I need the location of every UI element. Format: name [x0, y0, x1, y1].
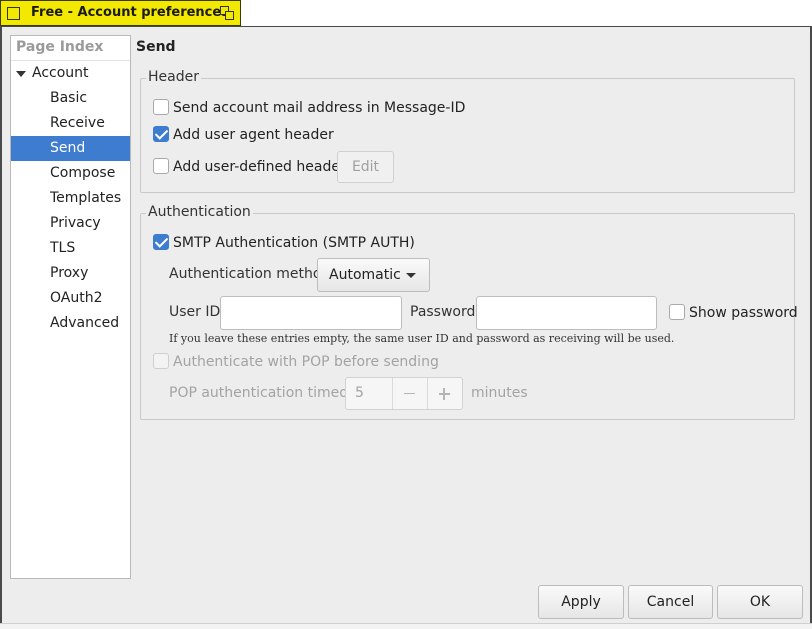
userid-label: User ID — [169, 304, 221, 320]
useragent-checkbox-row[interactable]: Add user agent header — [153, 125, 334, 145]
authentication-group-legend: Authentication — [146, 204, 253, 220]
smtp-auth-checkbox-label[interactable]: SMTP Authentication (SMTP AUTH) — [173, 233, 415, 253]
desktop-background — [241, 0, 812, 26]
tree-item-tls[interactable]: TLS — [11, 236, 130, 261]
header-group-legend: Header — [146, 69, 201, 85]
tree-item-send[interactable]: Send — [11, 136, 130, 161]
tree-item-receive[interactable]: Receive — [11, 111, 130, 136]
smtp-auth-checkbox[interactable] — [153, 234, 169, 250]
tree-item-label: Basic — [50, 90, 88, 106]
msgid-checkbox-label[interactable]: Send account mail address in Message-ID — [173, 98, 465, 118]
window-titlebar[interactable]: Free - Account preferences — [0, 0, 241, 26]
ok-button[interactable]: OK — [717, 585, 803, 619]
auth-method-label: Authentication method — [169, 266, 331, 282]
pop-timeout-unit: minutes — [471, 385, 528, 401]
show-password-checkbox[interactable] — [669, 304, 685, 320]
tree-item-label: Compose — [50, 165, 116, 181]
window-menu-icon[interactable] — [7, 7, 20, 20]
tree-item-label: Account — [32, 65, 89, 81]
edit-header-button[interactable]: Edit — [337, 151, 394, 183]
password-label: Password — [410, 304, 476, 320]
pop-timeout-label: POP authentication timeout — [169, 385, 363, 401]
tree-item-label: Receive — [50, 115, 105, 131]
desktop-background-bottom — [0, 623, 812, 629]
apply-button[interactable]: Apply — [538, 585, 624, 619]
tree-item-label: Privacy — [50, 215, 101, 231]
password-input[interactable] — [476, 296, 657, 330]
msgid-checkbox-row[interactable]: Send account mail address in Message-ID — [153, 98, 465, 118]
tree-item-privacy[interactable]: Privacy — [11, 211, 130, 236]
tree-item-label: Proxy — [50, 265, 89, 281]
pop-before-smtp-label[interactable]: Authenticate with POP before sending — [173, 352, 439, 372]
auth-method-select[interactable]: Automatic — [317, 258, 430, 292]
tree-item-oauth2[interactable]: OAuth2 — [11, 286, 130, 311]
minus-icon[interactable] — [404, 393, 415, 394]
auth-method-value: Automatic — [329, 267, 401, 283]
msgid-checkbox[interactable] — [153, 99, 169, 115]
userid-input[interactable] — [220, 296, 402, 330]
pop-timeout-value: 5 — [355, 385, 364, 401]
useragent-checkbox-label[interactable]: Add user agent header — [173, 125, 334, 145]
tree-item-label: TLS — [50, 240, 76, 256]
smtp-auth-checkbox-row[interactable]: SMTP Authentication (SMTP AUTH) — [153, 233, 415, 253]
expand-arrow-icon[interactable] — [16, 71, 26, 77]
tree-item-label: Templates — [50, 190, 122, 206]
userdefined-checkbox-label[interactable]: Add user-defined header — [173, 157, 346, 177]
page-index-tree[interactable]: Page Index Account Basic Receive Send Co… — [10, 35, 131, 579]
show-password-label[interactable]: Show password — [689, 303, 798, 323]
tree-item-advanced[interactable]: Advanced — [11, 311, 130, 336]
maximize-icon[interactable] — [220, 6, 236, 22]
useragent-checkbox[interactable] — [153, 126, 169, 142]
tree-item-label: Advanced — [50, 315, 120, 331]
tree-item-label: OAuth2 — [50, 290, 103, 306]
window-title: Free - Account preferences — [31, 5, 229, 20]
credentials-hint: If you leave these entries empty, the sa… — [169, 332, 675, 345]
pop-before-smtp-checkbox-row[interactable]: Authenticate with POP before sending — [153, 352, 439, 372]
page-title: Send — [136, 39, 176, 55]
userdefined-checkbox-row[interactable]: Add user-defined header — [153, 157, 346, 177]
pop-before-smtp-checkbox[interactable] — [153, 353, 169, 369]
tree-item-proxy[interactable]: Proxy — [11, 261, 130, 286]
pop-timeout-spinner[interactable]: 5 — [345, 377, 463, 410]
cancel-button[interactable]: Cancel — [628, 585, 713, 619]
userdefined-checkbox[interactable] — [153, 158, 169, 174]
tree-item-label: Send — [50, 140, 86, 156]
show-password-checkbox-row[interactable]: Show password — [669, 303, 798, 323]
chevron-down-icon — [406, 273, 416, 278]
page-index-header[interactable]: Page Index — [16, 39, 103, 55]
tree-item-account[interactable]: Account — [11, 61, 130, 86]
tree-item-compose[interactable]: Compose — [11, 161, 130, 186]
tree-item-basic[interactable]: Basic — [11, 86, 130, 111]
tree-item-templates[interactable]: Templates — [11, 186, 130, 211]
